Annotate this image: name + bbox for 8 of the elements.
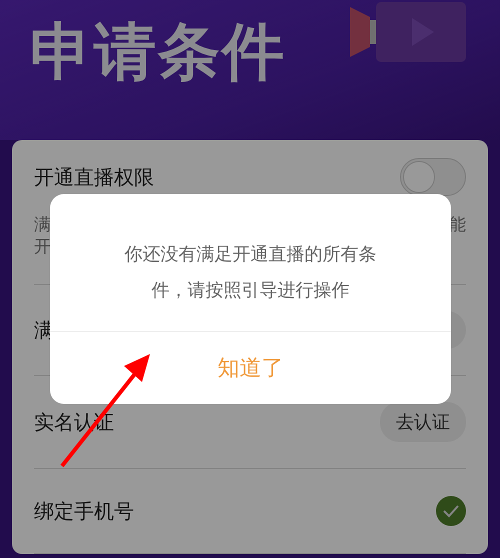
toggle-switch[interactable]	[400, 158, 466, 196]
page-title: 申请条件	[30, 14, 286, 90]
dialog-message: 你还没有满足开通直播的所有条件，请按照引导进行操作	[50, 194, 451, 332]
row-label: 开通直播权限	[34, 164, 154, 190]
verify-button[interactable]: 去认证	[380, 402, 466, 442]
description-text: 开	[34, 236, 51, 258]
description-text: 满	[34, 214, 51, 236]
row-label: 绑定手机号	[34, 498, 134, 524]
